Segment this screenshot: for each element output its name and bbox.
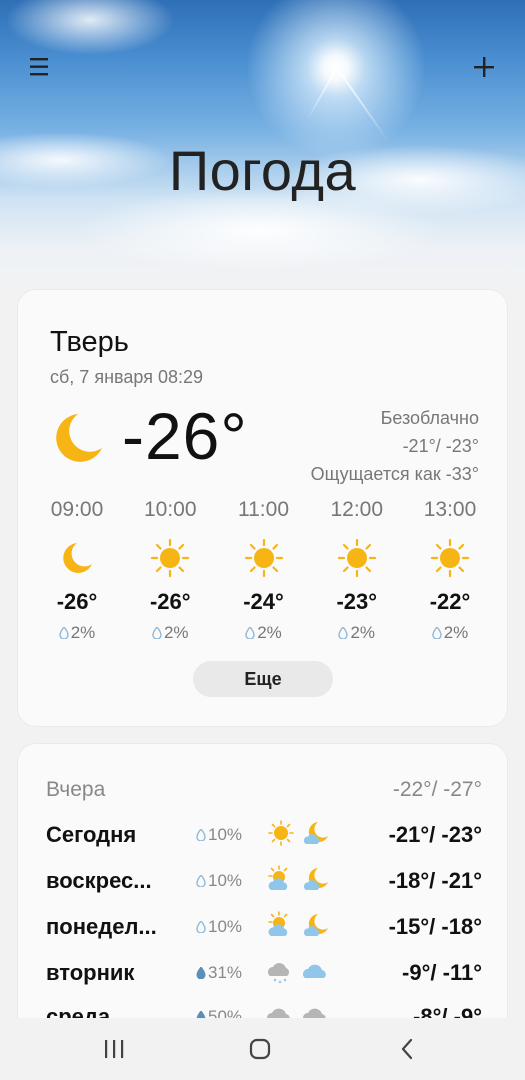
hourly-item: 11:00 -24° 2% xyxy=(219,498,309,643)
plus-icon xyxy=(474,57,494,77)
day-precipitation: 10% xyxy=(196,825,242,845)
sun-cloud-icon xyxy=(268,865,288,890)
day-temperatures: -21°/ -23° xyxy=(388,822,482,847)
more-button[interactable]: Еще xyxy=(193,661,333,697)
day-name: вторник xyxy=(46,960,135,985)
moon-icon xyxy=(63,543,92,573)
day-name: Сегодня xyxy=(46,822,137,847)
day-precipitation: 10% xyxy=(196,917,242,937)
raindrop-icon xyxy=(196,875,206,887)
sun-ray xyxy=(306,67,338,121)
day-name: воскрес... xyxy=(46,868,152,893)
precip-value: 2% xyxy=(443,623,469,642)
hourly-item: 09:00 -26° 2% xyxy=(32,498,122,643)
moon-cloud-icon xyxy=(303,914,328,936)
sun-icon xyxy=(244,538,283,578)
raindrop-icon xyxy=(196,967,206,979)
update-datetime: сб, 7 января 08:29 xyxy=(50,367,203,387)
precip-value: 2% xyxy=(350,623,376,642)
cloud-icon xyxy=(303,964,326,978)
daily-row[interactable]: вторник 31% -9°/ -11° xyxy=(46,956,482,992)
hourly-item: 10:00 -26° 2% xyxy=(125,498,215,643)
condition-text: Безоблачно xyxy=(380,408,479,428)
day-name: понедел... xyxy=(46,914,157,939)
daily-row-yesterday[interactable]: Вчера -22°/ -27° xyxy=(46,774,482,810)
day-temperatures: -22°/ -27° xyxy=(392,778,482,801)
home-button[interactable] xyxy=(240,1032,280,1066)
moon-cloud-icon xyxy=(303,822,328,844)
snow-cloud-icon xyxy=(268,963,290,984)
sun-ray xyxy=(336,67,390,143)
precip-value: 2% xyxy=(163,623,189,642)
precip-value: 2% xyxy=(257,623,282,642)
hour-precipitation: 2% xyxy=(405,623,495,643)
hourly-item: 13:00 -22° 2% xyxy=(405,498,495,643)
sun-icon xyxy=(430,538,470,578)
raindrop-icon xyxy=(59,627,69,639)
precip-value: 31% xyxy=(208,963,243,982)
raindrop-icon xyxy=(338,627,349,639)
recents-icon xyxy=(105,1040,124,1058)
hourly-item: 12:00 -23° 2% xyxy=(312,498,402,643)
precip-value: 10% xyxy=(208,917,243,936)
hamburger-menu-icon xyxy=(30,58,48,76)
back-button[interactable] xyxy=(387,1032,427,1066)
day-temperatures: -18°/ -21° xyxy=(388,868,482,893)
hour-time: 12:00 xyxy=(330,498,384,521)
day-precipitation: 31% xyxy=(196,963,242,983)
hour-precipitation: 2% xyxy=(219,623,309,643)
hourly-forecast: 09:00 -26° 2% 10:00 -26° 2% 11:00 -24° 2… xyxy=(32,498,495,643)
daily-row[interactable]: Сегодня 10% -21°/ -23° xyxy=(46,818,482,854)
hour-precipitation: 2% xyxy=(312,623,402,643)
hour-time: 09:00 xyxy=(50,498,104,521)
hour-precipitation: 2% xyxy=(32,623,122,643)
hour-temperature: -22° xyxy=(429,589,471,614)
hour-temperature: -26° xyxy=(56,589,98,614)
moon-icon xyxy=(56,414,102,462)
city-name: Тверь xyxy=(50,326,129,358)
hour-temperature: -23° xyxy=(336,589,378,614)
add-location-button[interactable] xyxy=(462,45,506,89)
precip-value: 2% xyxy=(70,623,96,642)
hour-precipitation: 2% xyxy=(125,623,215,643)
sun-icon xyxy=(268,820,294,846)
raindrop-icon xyxy=(196,921,206,933)
condition-block: Безоблачно -21°/ -23° Ощущается как -33° xyxy=(311,404,479,488)
high-low-temperature: -21°/ -23° xyxy=(402,436,479,456)
day-temperatures: -15°/ -18° xyxy=(388,914,482,939)
precip-value: 10% xyxy=(208,825,243,844)
menu-button[interactable] xyxy=(18,45,62,89)
hour-time: 10:00 xyxy=(143,498,197,521)
sun-cloud-icon xyxy=(268,911,288,936)
day-temperatures: -9°/ -11° xyxy=(402,960,482,985)
hour-temperature: -24° xyxy=(243,589,284,614)
hour-time: 11:00 xyxy=(238,498,289,521)
hour-temperature: -26° xyxy=(149,589,191,614)
daily-forecast-card[interactable]: Вчера -22°/ -27° Сегодня 10% -21°/ -23° … xyxy=(18,744,507,1034)
moon-cloud-icon xyxy=(303,868,328,890)
day-precipitation: 10% xyxy=(196,871,242,891)
raindrop-icon xyxy=(152,627,162,639)
system-navigation-bar xyxy=(0,1018,525,1080)
hour-time: 13:00 xyxy=(423,498,477,521)
recents-button[interactable] xyxy=(94,1032,134,1066)
sun-icon xyxy=(151,538,190,578)
current-temperature: -26° xyxy=(122,399,248,473)
raindrop-icon xyxy=(432,627,442,639)
home-icon xyxy=(249,1038,271,1060)
day-name: Вчера xyxy=(46,778,106,801)
daily-row[interactable]: воскрес... 10% -18°/ -21° xyxy=(46,864,482,900)
feels-like-temperature: Ощущается как -33° xyxy=(310,464,479,484)
current-weather-card[interactable]: Тверь сб, 7 января 08:29 -26° Безоблачно… xyxy=(18,290,507,726)
sun-icon xyxy=(337,538,376,578)
back-icon xyxy=(401,1038,413,1060)
daily-row[interactable]: понедел... 10% -15°/ -18° xyxy=(46,910,482,946)
raindrop-icon xyxy=(245,627,255,639)
raindrop-icon xyxy=(196,829,206,841)
page-title: Погода xyxy=(168,139,357,202)
precip-value: 10% xyxy=(208,871,243,890)
